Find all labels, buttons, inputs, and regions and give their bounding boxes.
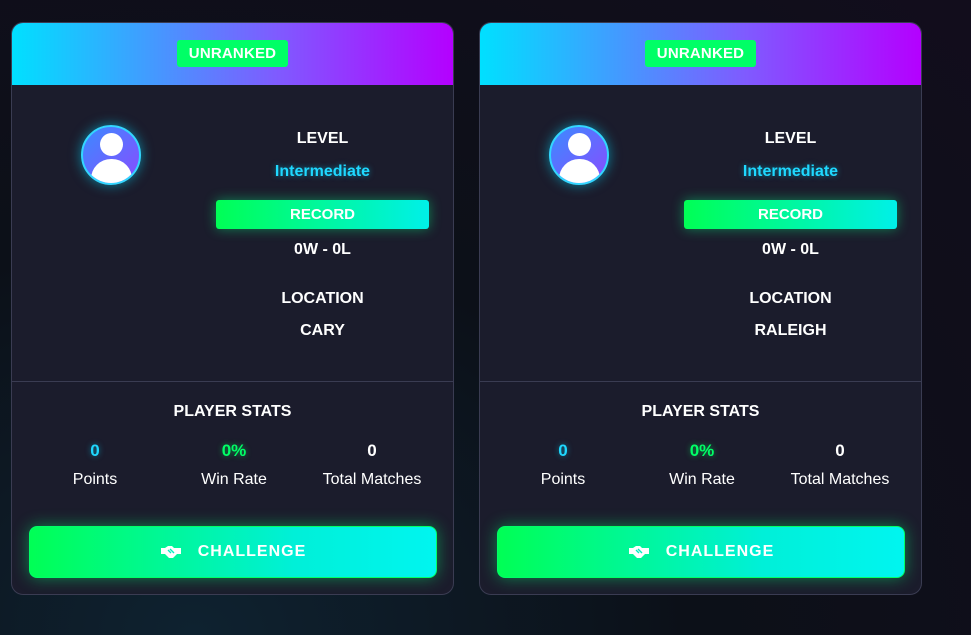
total-matches-label: Total Matches (322, 471, 422, 488)
stat-points: 0 Points (25, 441, 165, 489)
level-label: LEVEL (764, 130, 817, 147)
handshake-icon (628, 545, 650, 559)
stat-total-matches: 0 Total Matches (770, 441, 910, 489)
level-label: LEVEL (296, 130, 349, 147)
total-matches-value: 0 (835, 441, 845, 460)
total-matches-label: Total Matches (790, 471, 890, 488)
stat-win-rate: 0% Win Rate (632, 441, 772, 489)
player-info: LEVEL Intermediate RECORD 0W - 0L LOCATI… (216, 125, 429, 340)
rank-badge: UNRANKED (176, 40, 289, 67)
stat-points: 0 Points (493, 441, 633, 489)
divider (12, 381, 453, 382)
stats-title: PLAYER STATS (641, 403, 760, 420)
handshake-icon (160, 545, 182, 559)
location-label: LOCATION (281, 290, 364, 307)
user-avatar-icon[interactable] (549, 125, 609, 185)
stat-win-rate: 0% Win Rate (164, 441, 304, 489)
card-header: UNRANKED (480, 23, 921, 85)
win-rate-value: 0% (689, 441, 715, 460)
record-value: 0W - 0L (762, 241, 819, 258)
stats-title: PLAYER STATS (173, 403, 292, 420)
rank-badge: UNRANKED (644, 40, 757, 67)
win-rate-value: 0% (221, 441, 247, 460)
points-value: 0 (558, 441, 568, 460)
divider (480, 381, 921, 382)
location-value: CARY (300, 322, 345, 339)
challenge-label: CHALLENGE (665, 543, 775, 560)
player-card: UNRANKED LEVEL Intermediate RECORD 0W - … (479, 22, 922, 595)
points-label: Points (540, 471, 586, 488)
location-value: RALEIGH (754, 322, 827, 339)
stat-total-matches: 0 Total Matches (302, 441, 442, 489)
record-label: RECORD (684, 200, 897, 229)
win-rate-label: Win Rate (669, 471, 735, 488)
player-card: UNRANKED LEVEL Intermediate RECORD 0W - … (11, 22, 454, 595)
level-value: Intermediate (742, 163, 839, 180)
challenge-label: CHALLENGE (197, 543, 307, 560)
record-label: RECORD (216, 200, 429, 229)
total-matches-value: 0 (367, 441, 377, 460)
card-header: UNRANKED (12, 23, 453, 85)
challenge-button[interactable]: CHALLENGE (29, 526, 437, 578)
player-info: LEVEL Intermediate RECORD 0W - 0L LOCATI… (684, 125, 897, 340)
points-value: 0 (90, 441, 100, 460)
challenge-button[interactable]: CHALLENGE (497, 526, 905, 578)
location-label: LOCATION (749, 290, 832, 307)
win-rate-label: Win Rate (201, 471, 267, 488)
user-avatar-icon[interactable] (81, 125, 141, 185)
level-value: Intermediate (274, 163, 371, 180)
record-value: 0W - 0L (294, 241, 351, 258)
points-label: Points (72, 471, 118, 488)
